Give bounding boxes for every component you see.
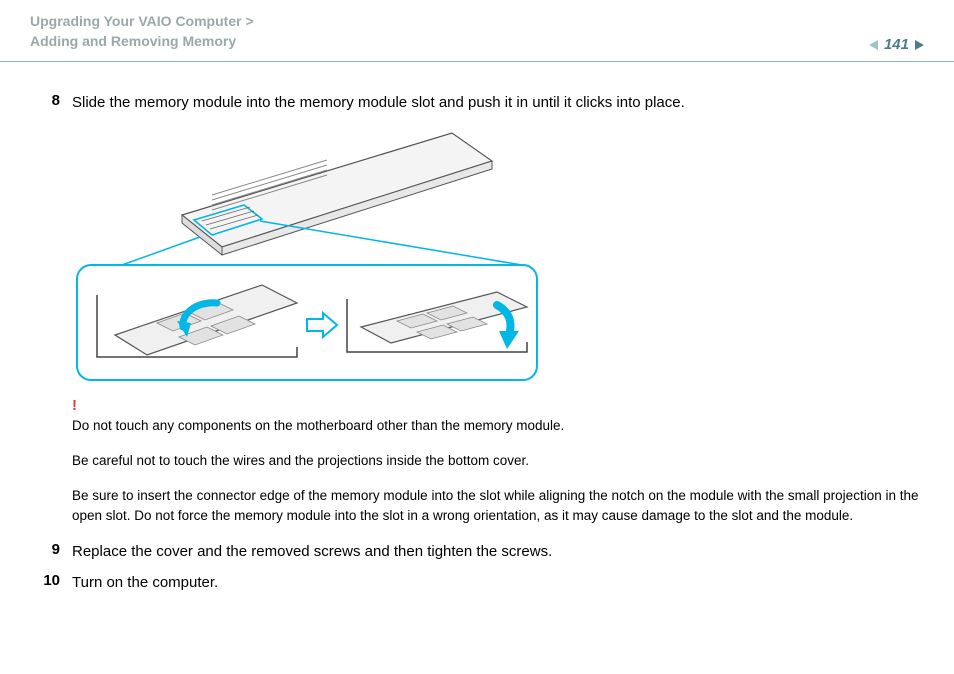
step-8: 8 Slide the memory module into the memor… [30,92,924,115]
step-number: 10 [30,572,60,589]
warning-text-3: Be sure to insert the connector edge of … [72,486,924,528]
document-page: Upgrading Your VAIO Computer > Adding an… [0,0,954,674]
warning-mark-icon: ! [72,397,924,414]
breadcrumb-line-2: Adding and Removing Memory [30,32,924,52]
warning-text-1: Do not touch any components on the mothe… [72,416,924,437]
page-number: 141 [884,36,909,53]
page-nav: 141 [869,36,924,53]
figure-memory-install [72,125,924,385]
step-text: Turn on the computer. [60,572,218,595]
step-number: 8 [30,92,60,109]
illustration-svg [72,125,542,385]
step-text: Replace the cover and the removed screws… [60,541,552,564]
warning-text-2: Be careful not to touch the wires and th… [72,451,924,472]
step-10: 10 Turn on the computer. [30,572,924,595]
page-header: Upgrading Your VAIO Computer > Adding an… [0,0,954,62]
prev-page-icon[interactable] [869,40,878,50]
warning-block: ! Do not touch any components on the mot… [72,397,924,528]
breadcrumb-line-1: Upgrading Your VAIO Computer > [30,12,924,32]
page-content: 8 Slide the memory module into the memor… [0,62,954,612]
step-text: Slide the memory module into the memory … [60,92,685,115]
step-number: 9 [30,541,60,558]
next-page-icon[interactable] [915,40,924,50]
breadcrumb: Upgrading Your VAIO Computer > Adding an… [30,12,924,51]
step-9: 9 Replace the cover and the removed scre… [30,541,924,564]
